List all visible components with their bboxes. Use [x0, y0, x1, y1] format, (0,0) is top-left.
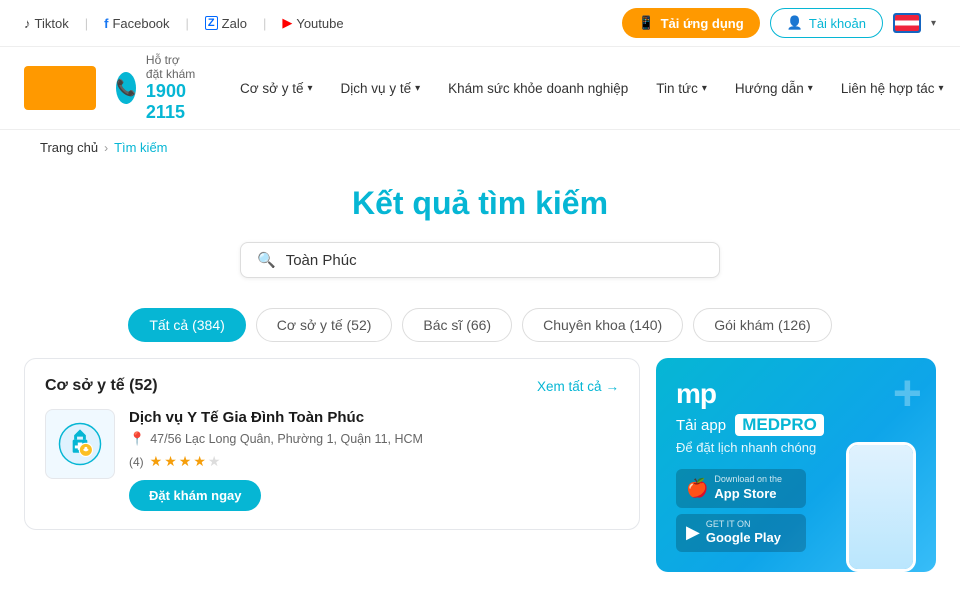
location-pin-icon: 📍: [129, 431, 145, 447]
nav-item-lien-he[interactable]: Liên hệ hợp tác ▾: [829, 73, 956, 104]
star-3: ★: [179, 453, 192, 470]
chevron-down-icon: ▾: [808, 83, 813, 94]
star-rating: ★ ★ ★ ★ ★: [150, 453, 221, 470]
top-bar: ♪ Tiktok | f Facebook | Z Zalo | ▶ Youtu…: [0, 0, 960, 47]
apple-icon: 🍎: [686, 478, 708, 499]
youtube-icon: ▶: [282, 15, 292, 31]
breadcrumb-current: Tìm kiếm: [114, 140, 167, 155]
clinic-item: Dịch vụ Y Tế Gia Đình Toàn Phúc 📍 47/56 …: [45, 409, 619, 511]
nav-item-huong-dan[interactable]: Hướng dẫn ▾: [723, 73, 825, 104]
phone-screen: [849, 445, 913, 569]
chevron-down-icon: ▾: [415, 83, 420, 94]
clinic-rating: (4) ★ ★ ★ ★ ★: [129, 453, 619, 470]
main-navigation: 📞 Hỗ trợ đặt khám 1900 2115 Cơ sở y tế ▾…: [0, 47, 960, 130]
hotline-text: Hỗ trợ đặt khám 1900 2115: [146, 53, 198, 123]
facebook-icon: f: [104, 16, 108, 31]
ad-logo-text: mp: [676, 378, 716, 410]
tab-co-so-y-te[interactable]: Cơ sở y tế (52): [256, 308, 393, 342]
chevron-down-icon: ▾: [939, 83, 944, 94]
nav-item-dich-vu-y-te[interactable]: Dịch vụ y tế ▾: [329, 73, 433, 104]
see-all-link[interactable]: Xem tất cả →: [537, 379, 619, 394]
search-icon: 🔍: [257, 251, 276, 269]
co-so-y-te-section: Cơ sở y tế (52) Xem tất cả →: [24, 358, 640, 530]
clinic-avatar: [45, 409, 115, 479]
chevron-down-icon: ▾: [308, 83, 313, 94]
nav-item-tin-tuc[interactable]: Tin tức ▾: [644, 73, 719, 104]
chevron-down-icon: ▾: [702, 83, 707, 94]
zalo-icon: Z: [205, 16, 218, 30]
clinic-address: 📍 47/56 Lạc Long Quân, Phường 1, Quận 11…: [129, 431, 619, 447]
ad-subtitle: Để đặt lịch nhanh chóng: [676, 440, 816, 455]
breadcrumb: Trang chủ › Tìm kiếm: [0, 130, 960, 165]
ad-panel: + mp Tải app MEDPRO Để đặt lịch nhanh ch…: [656, 358, 936, 572]
lang-chevron-icon[interactable]: ▾: [931, 18, 936, 29]
tab-tat-ca[interactable]: Tất cả (384): [128, 308, 245, 342]
ad-tagline-line: Tải app MEDPRO: [676, 414, 824, 436]
star-4: ★: [193, 453, 206, 470]
breadcrumb-home[interactable]: Trang chủ: [40, 140, 98, 155]
tab-chuyen-khoa[interactable]: Chuyên khoa (140): [522, 308, 683, 342]
logo-area: [24, 66, 96, 110]
search-bar: 🔍: [240, 242, 720, 278]
nav-item-kham-suc-khoe[interactable]: Khám sức khỏe doanh nghiệp: [436, 73, 640, 104]
star-2: ★: [164, 453, 177, 470]
tab-goi-kham[interactable]: Gói khám (126): [693, 308, 831, 342]
clinic-logo-icon: [58, 422, 102, 466]
section-title: Cơ sở y tế (52): [45, 377, 158, 395]
separator: |: [85, 16, 88, 31]
search-section: Kết quả tìm kiếm 🔍: [0, 165, 960, 288]
flag-icon: [895, 15, 919, 31]
ad-tagline: Tải app MEDPRO: [676, 417, 824, 434]
rating-count: (4): [129, 455, 144, 469]
hotline-area: 📞 Hỗ trợ đặt khám 1900 2115: [116, 53, 198, 123]
separator: |: [186, 16, 189, 31]
plus-decoration: +: [893, 368, 922, 418]
nav-links: Cơ sở y tế ▾ Dịch vụ y tế ▾ Khám sức khỏ…: [228, 73, 955, 104]
logo[interactable]: [24, 66, 96, 110]
hotline-icon: 📞: [116, 72, 136, 104]
social-links: ♪ Tiktok | f Facebook | Z Zalo | ▶ Youtu…: [24, 15, 344, 31]
results-area: Cơ sở y tế (52) Xem tất cả →: [0, 358, 960, 592]
section-header: Cơ sở y tế (52) Xem tất cả →: [45, 377, 619, 395]
googleplay-badge[interactable]: ▶ GET IT ON Google Play: [676, 514, 806, 553]
top-right-actions: 📱 Tải ứng dụng 👤 Tài khoản ▾: [622, 8, 936, 38]
clinic-name: Dịch vụ Y Tế Gia Đình Toàn Phúc: [129, 409, 619, 426]
clinic-info: Dịch vụ Y Tế Gia Đình Toàn Phúc 📍 47/56 …: [129, 409, 619, 511]
arrow-right-icon: →: [606, 379, 620, 394]
breadcrumb-separator: ›: [104, 141, 108, 155]
ad-brand: MEDPRO: [735, 414, 824, 436]
ad-logo: mp: [676, 378, 716, 410]
search-input[interactable]: [286, 252, 703, 269]
tab-bac-si[interactable]: Bác sĩ (66): [402, 308, 512, 342]
phone-mockup: [846, 442, 916, 572]
user-icon: 👤: [787, 15, 803, 31]
results-left: Cơ sở y tế (52) Xem tất cả →: [24, 358, 640, 572]
star-5: ★: [208, 453, 221, 470]
account-button[interactable]: 👤 Tài khoản: [770, 8, 883, 38]
filter-tabs: Tất cả (384) Cơ sở y tế (52) Bác sĩ (66)…: [0, 288, 960, 358]
booking-button[interactable]: Đặt khám ngay: [129, 480, 261, 511]
appstore-badge[interactable]: 🍎 Download on the App Store: [676, 469, 806, 508]
download-app-button[interactable]: 📱 Tải ứng dụng: [622, 8, 759, 38]
language-selector[interactable]: [893, 13, 921, 33]
hotline-label: Hỗ trợ đặt khám: [146, 53, 198, 81]
youtube-link[interactable]: ▶ Youtube: [282, 15, 343, 31]
facebook-link[interactable]: f Facebook: [104, 16, 169, 31]
store-badges: 🍎 Download on the App Store ▶ GET IT ON …: [676, 469, 806, 552]
tiktok-link[interactable]: ♪ Tiktok: [24, 16, 69, 31]
google-play-icon: ▶: [686, 522, 700, 543]
search-title: Kết quả tìm kiếm: [40, 185, 920, 222]
star-1: ★: [150, 453, 163, 470]
nav-item-co-so-y-te[interactable]: Cơ sở y tế ▾: [228, 73, 325, 104]
mobile-icon: 📱: [638, 15, 654, 31]
hotline-number[interactable]: 1900 2115: [146, 81, 198, 123]
separator: |: [263, 16, 266, 31]
tiktok-icon: ♪: [24, 16, 31, 31]
zalo-link[interactable]: Z Zalo: [205, 16, 247, 31]
